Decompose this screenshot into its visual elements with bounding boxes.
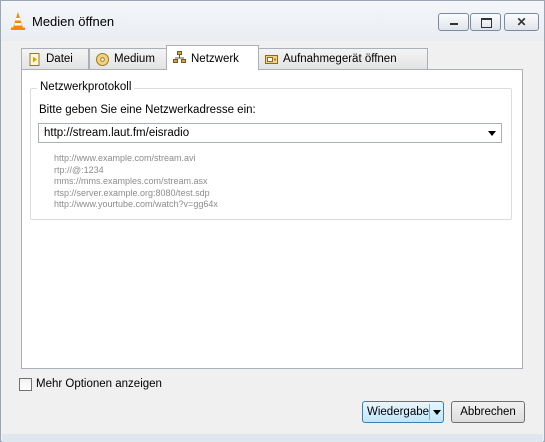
network-address-value[interactable]: http://stream.laut.fm/eisradio [44,127,189,139]
example-url: http://www.example.com/stream.avi [54,153,196,163]
tab-label: Datei [46,53,73,65]
file-icon [29,53,40,66]
more-options-label[interactable]: Mehr Optionen anzeigen [36,378,162,390]
window-bottom-edge [2,434,543,442]
tab-label: Medium [114,53,155,65]
title-bar[interactable]: Medien öffnen ✕ [1,1,544,41]
more-options-checkbox[interactable] [19,378,32,391]
maximize-icon [471,14,500,30]
split-divider [429,404,430,420]
close-button[interactable]: ✕ [504,13,539,31]
cancel-button[interactable]: Abbrechen [451,401,525,423]
capture-device-icon [265,55,278,64]
tab-datei[interactable]: Datei [21,48,89,69]
window-title: Medien öffnen [32,14,115,29]
chevron-down-icon[interactable] [488,131,496,136]
network-protocol-group: Netzwerkprotokoll Bitte geben Sie eine N… [30,81,512,220]
play-button-label[interactable]: Wiedergabe [367,406,429,418]
address-prompt: Bitte geben Sie eine Netzwerkadresse ein… [39,104,256,116]
dialog-body: Datei Medium Netzwerk Aufnahmegerät öffn… [9,41,538,435]
example-url: rtp://@:1234 [54,164,104,175]
example-url: http://www.yourtube.com/watch?v=gg64x [54,199,218,209]
network-address-combobox[interactable]: http://stream.laut.fm/eisradio [38,123,502,143]
network-icon [173,51,186,63]
chevron-down-icon[interactable] [433,410,441,415]
example-url: mms://mms.examples.com/stream.asx [54,176,208,186]
play-split-button[interactable]: Wiedergabe [362,401,444,423]
close-icon: ✕ [516,15,527,29]
tab-aufnahmegeraet[interactable]: Aufnahmegerät öffnen [258,48,428,69]
disc-icon [96,53,109,66]
minimize-icon [439,14,468,30]
example-url: rtsp://server.example.org:8080/test.sdp [54,187,210,198]
network-tab-panel: Netzwerkprotokoll Bitte geben Sie eine N… [21,69,523,369]
minimize-button[interactable] [438,13,469,31]
example-urls: http://www.example.com/stream.avi rtp://… [54,153,218,211]
tab-label: Netzwerk [191,53,239,65]
tab-label: Aufnahmegerät öffnen [283,53,397,65]
maximize-button[interactable] [470,13,501,31]
group-title: Netzwerkprotokoll [37,81,135,93]
open-media-dialog: Medien öffnen ✕ Datei Medium Netzwerk Au… [0,0,545,442]
vlc-cone-icon [11,12,25,30]
tab-medium[interactable]: Medium [89,48,168,69]
tab-netzwerk[interactable]: Netzwerk [166,45,259,70]
